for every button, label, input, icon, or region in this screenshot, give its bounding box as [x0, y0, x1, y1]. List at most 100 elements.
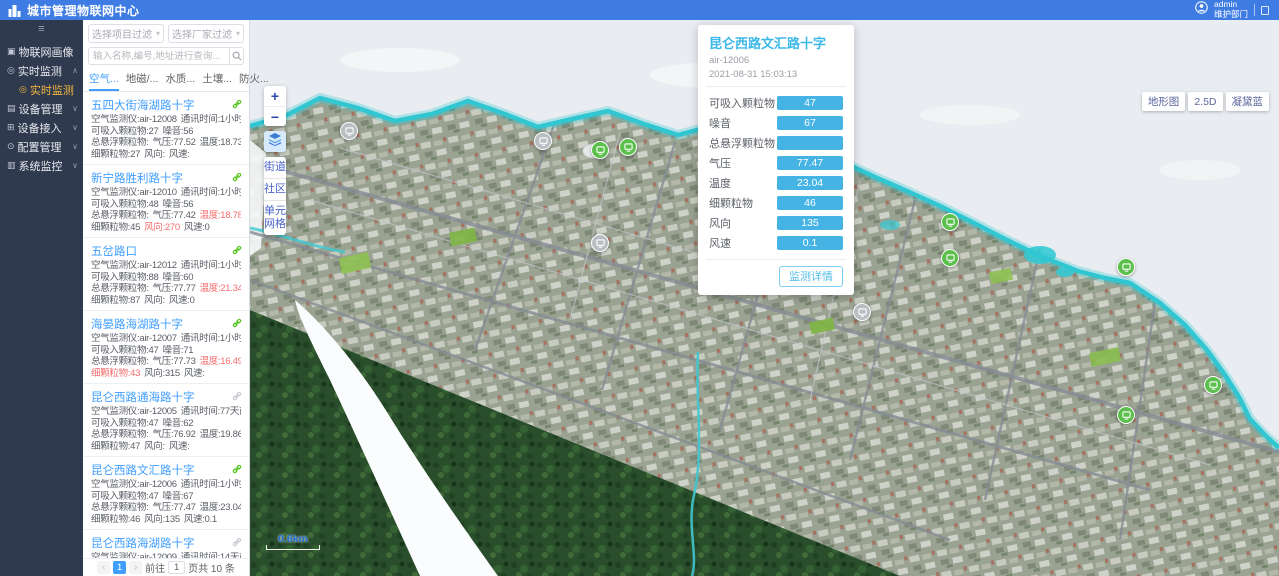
- metric-label: 总悬浮颗粒物: [709, 135, 775, 151]
- sidebar-nav: ≡ ▣物联网画像◎实时监测∧◎实时监测▤设备管理∨⊞设备接入∨⊙配置管理∨▥系统…: [0, 20, 83, 576]
- station-item[interactable]: 海晏路海湖路十字空气监测仪:air-12007通讯时间:1小时前可吸入颗粒物:4…: [83, 311, 249, 384]
- station-name-link[interactable]: 五四大街海湖路十字: [91, 100, 195, 112]
- sidebar-item-label: 系统监控: [19, 158, 63, 174]
- page-number-button[interactable]: 1: [113, 561, 126, 574]
- user-avatar-icon[interactable]: [1195, 1, 1208, 19]
- air-station-marker-offline[interactable]: [340, 122, 358, 140]
- metric-label: 风向: [709, 215, 731, 231]
- air-station-marker-offline[interactable]: [853, 303, 871, 321]
- air-station-marker-online[interactable]: [591, 141, 609, 159]
- sidebar-item[interactable]: ⊞设备接入∨: [0, 118, 83, 137]
- exit-icon[interactable]: [1261, 6, 1269, 15]
- total-label: 页共 10 条: [188, 560, 235, 575]
- sidebar-subitem[interactable]: ◎实时监测: [0, 80, 83, 99]
- air-station-marker-offline[interactable]: [534, 132, 552, 150]
- station-item[interactable]: 昆仑西路文汇路十字空气监测仪:air-12006通讯时间:1小时前可吸入颗粒物:…: [83, 457, 249, 530]
- metric-label: 风速: [709, 235, 731, 251]
- chevron-down-icon: ∨: [72, 142, 78, 151]
- station-metrics-line: 总悬浮颗粒物:气压:77.47温度:23.04: [91, 502, 241, 514]
- station-metrics-line: 细颗粒物:47风向:风速:: [91, 441, 241, 453]
- popup-title: 昆仑西路文汇路十字: [709, 33, 843, 52]
- air-station-marker-online[interactable]: [941, 249, 959, 267]
- sidebar-item[interactable]: ▣物联网画像: [0, 42, 83, 61]
- prev-page-button[interactable]: ‹: [97, 561, 110, 574]
- air-station-marker-offline[interactable]: [591, 234, 609, 252]
- station-list-panel: 选择项目过滤 ▾ 选择厂家过滤 ▾ 空气...地磁/...水质...土壤...防…: [83, 20, 250, 576]
- station-metrics-line: 可吸入颗粒物:48噪音:56: [91, 199, 241, 211]
- metric-value-pill: 135: [777, 216, 843, 230]
- device-icon: ▤: [7, 103, 16, 114]
- station-item[interactable]: 新宁路胜利路十字空气监测仪:air-12010通讯时间:1小时前可吸入颗粒物:4…: [83, 165, 249, 238]
- map-canvas[interactable]: + − 街道社区单元网格 地形图2.5D凝黛蓝 0.6km 昆仑西路文汇路十字: [250, 20, 1279, 576]
- link-status-icon: [232, 534, 242, 552]
- popup-divider: [706, 259, 846, 260]
- goto-page-input[interactable]: [168, 561, 185, 574]
- tab-category[interactable]: 防火...: [239, 69, 269, 91]
- chevron-down-icon: ∨: [72, 104, 78, 113]
- station-item[interactable]: 昆仑西路通海路十字空气监测仪:air-12005通讯时间:77天前可吸入颗粒物:…: [83, 384, 249, 457]
- station-item[interactable]: 五四大街海湖路十字空气监测仪:air-12008通讯时间:1小时前可吸入颗粒物:…: [83, 92, 249, 165]
- sidebar-item-label: 设备接入: [18, 120, 62, 136]
- metric-label: 细颗粒物: [709, 195, 753, 211]
- search-input[interactable]: [88, 47, 230, 65]
- sidebar-item[interactable]: ⊙配置管理∨: [0, 137, 83, 156]
- map-style-button[interactable]: 地形图: [1142, 92, 1186, 111]
- map-controls: + − 街道社区单元网格: [264, 86, 286, 240]
- popup-metric-row: 可吸入颗粒物47: [709, 93, 843, 113]
- air-station-marker-online[interactable]: [1117, 406, 1135, 424]
- user-info[interactable]: admin 维护部门: [1214, 0, 1248, 20]
- pagination: ‹ 1 › 前往 页共 10 条: [83, 558, 249, 576]
- tab-category[interactable]: 水质...: [165, 69, 195, 91]
- chevron-down-icon: ∨: [72, 161, 78, 170]
- project-filter-select[interactable]: 选择项目过滤 ▾: [88, 24, 164, 43]
- station-name-link[interactable]: 五岔路口: [91, 246, 137, 258]
- tab-active[interactable]: 空气...: [89, 69, 119, 91]
- map-style-button[interactable]: 凝黛蓝: [1226, 92, 1270, 111]
- popup-metric-row: 细颗粒物46: [709, 193, 843, 213]
- layer-toggle-社区[interactable]: 社区: [264, 178, 286, 200]
- station-name-link[interactable]: 新宁路胜利路十字: [91, 173, 183, 185]
- map-style-button[interactable]: 2.5D: [1188, 92, 1222, 111]
- layers-button[interactable]: [264, 131, 286, 152]
- metric-label: 温度: [709, 175, 731, 191]
- air-station-marker-online[interactable]: [1117, 258, 1135, 276]
- sidebar-collapse-button[interactable]: ≡: [0, 20, 83, 38]
- layer-toggle-单元网格[interactable]: 单元网格: [264, 200, 286, 235]
- search-button[interactable]: [230, 47, 244, 65]
- metric-value-pill: 67: [777, 116, 843, 130]
- sub-dot-icon: ◎: [19, 84, 27, 95]
- app-title: 城市管理物联网中心: [27, 2, 140, 19]
- air-station-marker-online[interactable]: [619, 138, 637, 156]
- zoom-out-button[interactable]: −: [264, 106, 286, 126]
- station-item[interactable]: 昆仑西路海湖路十字空气监测仪:air-12009通讯时间:14天前可吸入颗粒物:…: [83, 530, 249, 558]
- station-name-link[interactable]: 昆仑西路文汇路十字: [91, 465, 195, 477]
- station-metrics-line: 空气监测仪:air-12009通讯时间:14天前: [91, 552, 241, 558]
- monitor-icon: ◎: [7, 65, 15, 76]
- tab-category[interactable]: 土壤...: [202, 69, 232, 91]
- station-metrics-line: 总悬浮颗粒物:气压:77.77温度:21.34: [91, 283, 241, 295]
- city-logo-icon: [8, 3, 21, 17]
- station-item[interactable]: 五岔路口空气监测仪:air-12012通讯时间:1小时前可吸入颗粒物:88噪音:…: [83, 238, 249, 311]
- air-station-marker-online[interactable]: [941, 213, 959, 231]
- sidebar-item[interactable]: ◎实时监测∧: [0, 61, 83, 80]
- vendor-filter-select[interactable]: 选择厂家过滤 ▾: [168, 24, 244, 43]
- caret-down-icon: ▾: [156, 29, 160, 38]
- layer-toggle-街道[interactable]: 街道: [264, 157, 286, 178]
- station-name-link[interactable]: 昆仑西路通海路十字: [91, 392, 195, 404]
- scale-line: [266, 545, 320, 550]
- project-filter-placeholder: 选择项目过滤: [92, 26, 152, 41]
- next-page-button[interactable]: ›: [129, 561, 142, 574]
- tab-category[interactable]: 地磁/...: [126, 69, 159, 91]
- scale-bar: 0.6km: [266, 533, 320, 550]
- sidebar-item[interactable]: ▤设备管理∨: [0, 99, 83, 118]
- sidebar-item[interactable]: ▥系统监控 ∨: [0, 156, 83, 175]
- header-divider: [1254, 4, 1255, 16]
- caret-down-icon: ▾: [236, 29, 240, 38]
- monitor-detail-button[interactable]: 监测详情: [779, 266, 843, 287]
- popup-metric-row: 风速0.1: [709, 233, 843, 253]
- station-metrics-line: 总悬浮颗粒物:气压:77.73温度:16.49: [91, 356, 241, 368]
- system-icon: ▥: [7, 160, 16, 171]
- air-station-marker-online[interactable]: [1204, 376, 1222, 394]
- station-name-link[interactable]: 昆仑西路海湖路十字: [91, 538, 195, 550]
- station-name-link[interactable]: 海晏路海湖路十字: [91, 319, 183, 331]
